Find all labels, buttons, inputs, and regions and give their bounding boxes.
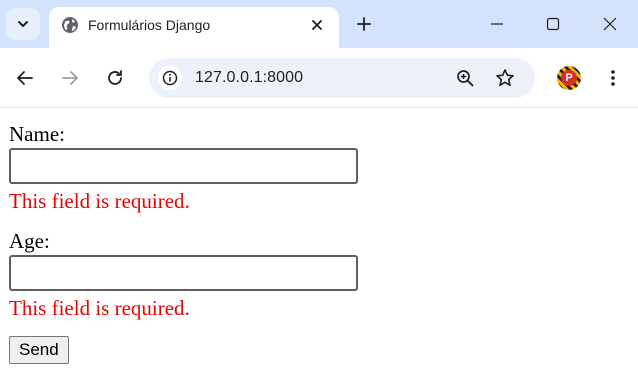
reload-button[interactable] — [102, 65, 128, 91]
zoom-button[interactable] — [453, 66, 477, 90]
close-icon — [312, 20, 322, 30]
bookmark-button[interactable] — [493, 66, 517, 90]
window-close-button[interactable] — [597, 11, 623, 37]
arrow-left-icon — [17, 71, 33, 85]
name-input[interactable] — [9, 148, 358, 184]
send-button[interactable]: Send — [9, 336, 69, 364]
forward-button[interactable] — [57, 65, 83, 91]
plus-icon — [357, 17, 371, 31]
browser-toolbar: 127.0.0.1:8000 P — [0, 48, 638, 108]
more-vertical-icon — [611, 70, 615, 86]
name-label: Name: — [9, 122, 65, 146]
arrow-right-icon — [62, 71, 78, 85]
back-button[interactable] — [12, 65, 38, 91]
star-icon — [496, 69, 514, 86]
age-label: Age: — [9, 229, 50, 253]
tab-close-button[interactable] — [307, 15, 327, 35]
profile-initial: P — [561, 70, 577, 86]
new-tab-button[interactable] — [352, 12, 376, 36]
address-bar[interactable]: 127.0.0.1:8000 — [149, 58, 535, 98]
tab-search-button[interactable] — [6, 8, 40, 40]
minimize-icon — [491, 23, 503, 25]
globe-icon — [62, 17, 78, 33]
name-error: This field is required. — [9, 189, 190, 213]
age-error: This field is required. — [9, 296, 190, 320]
maximize-button[interactable] — [540, 11, 566, 37]
tab-strip: Formulários Django — [0, 0, 638, 48]
zoom-in-icon — [457, 70, 474, 87]
site-info-button[interactable] — [158, 66, 182, 90]
active-tab[interactable]: Formulários Django — [49, 7, 339, 48]
page-content: Name: This field is required. Age: This … — [0, 108, 638, 378]
reload-icon — [108, 70, 122, 85]
maximize-icon — [546, 17, 560, 31]
chevron-down-icon — [18, 21, 28, 27]
info-icon — [162, 70, 178, 86]
minimize-button[interactable] — [484, 11, 510, 37]
age-input[interactable] — [9, 255, 358, 291]
url-text[interactable]: 127.0.0.1:8000 — [195, 67, 303, 89]
tab-title: Formulários Django — [88, 17, 211, 33]
profile-avatar[interactable]: P — [557, 66, 581, 90]
close-icon — [603, 17, 617, 31]
browser-menu-button[interactable] — [600, 65, 626, 91]
